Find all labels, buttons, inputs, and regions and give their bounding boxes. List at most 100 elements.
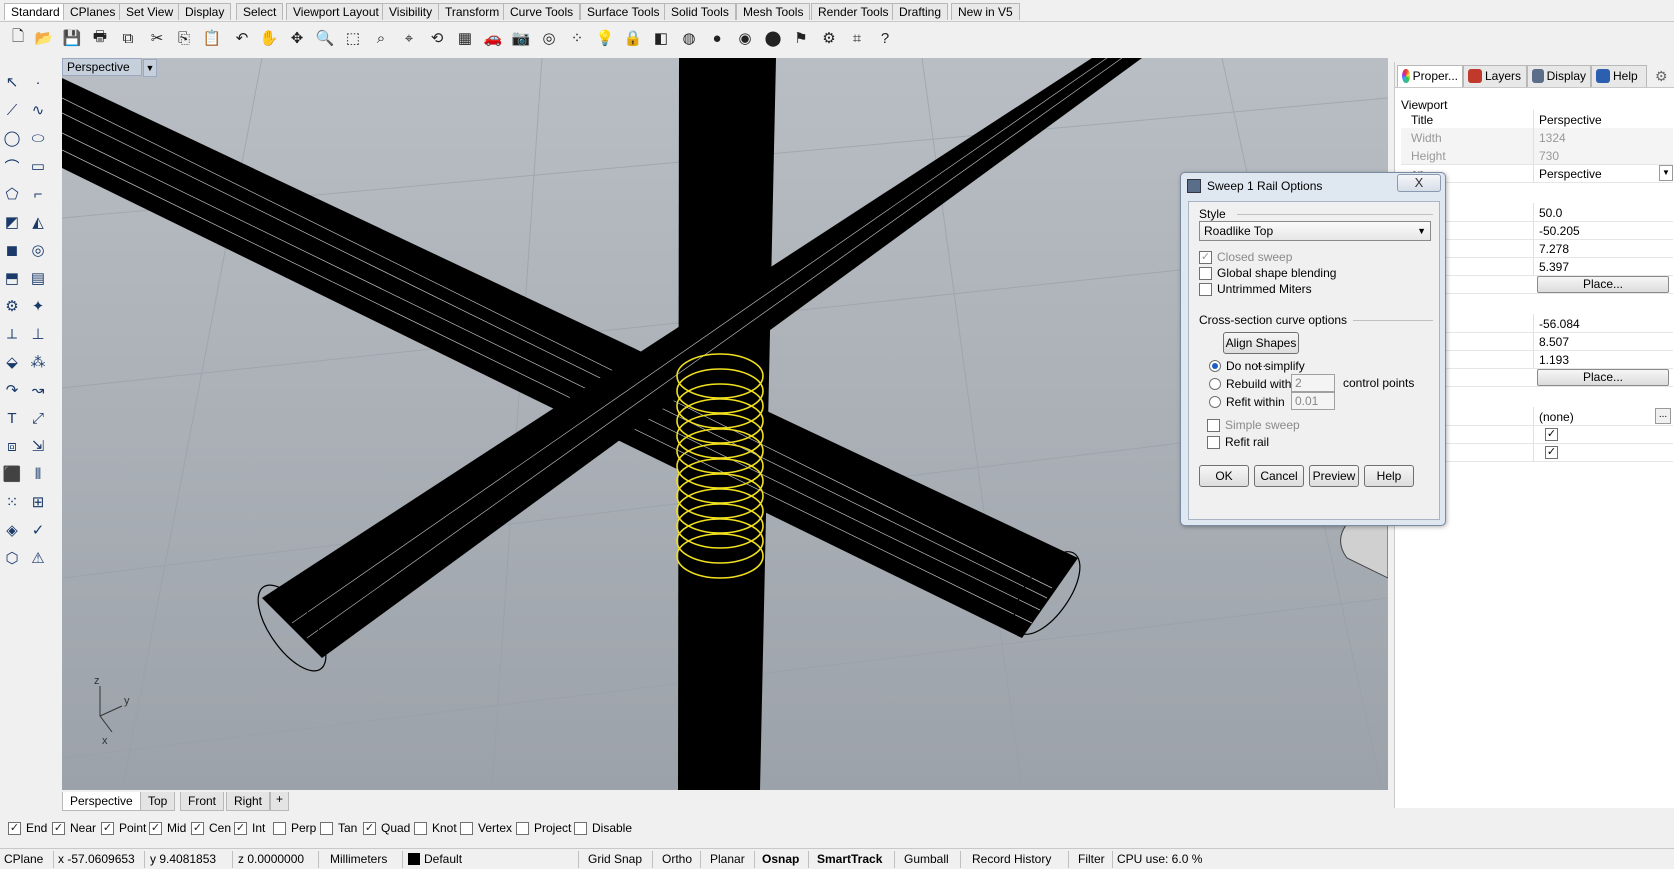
ok-button[interactable]: OK	[1199, 465, 1249, 487]
add-viewport-tab-button[interactable]: +	[270, 792, 290, 811]
style-dropdown[interactable]: Roadlike Top ▼	[1199, 221, 1431, 241]
points-on-icon[interactable]: ⁂	[26, 350, 50, 374]
do-not-simplify-radio[interactable]	[1209, 360, 1221, 372]
osnap-int-checkbox[interactable]: ✓	[234, 821, 247, 835]
curve-icon[interactable]: ∿	[26, 98, 50, 122]
refit-rail-checkbox[interactable]	[1207, 435, 1220, 449]
status-ortho[interactable]: Ortho	[662, 852, 692, 866]
refit-within-radio[interactable]	[1209, 396, 1221, 408]
osnap-point[interactable]: ✓ Point	[101, 821, 146, 835]
light-bulb-icon[interactable]: 💡	[593, 26, 617, 50]
explode-icon[interactable]: ✦	[26, 294, 50, 318]
box-icon[interactable]: ◼	[0, 238, 24, 262]
zoom-window-icon[interactable]: ⬚	[341, 26, 365, 50]
prop-value[interactable]: Perspective	[1539, 167, 1602, 181]
analyze-icon[interactable]: ⊞	[26, 490, 50, 514]
untrimmed-miters-option[interactable]: Untrimmed Miters	[1199, 282, 1312, 296]
panel-tab-properties[interactable]: Proper...	[1397, 65, 1463, 87]
flag-icon[interactable]: ⚑	[789, 26, 813, 50]
tab-curve-tools[interactable]: Curve Tools	[503, 3, 581, 20]
osnap-end-checkbox[interactable]: ✓	[8, 821, 21, 835]
render-tool-icon[interactable]: ◈	[0, 518, 24, 542]
refit-rail-option[interactable]: Refit rail	[1207, 435, 1269, 449]
target-icon[interactable]: ◎	[537, 26, 561, 50]
trim-icon[interactable]: ⊥	[26, 322, 50, 346]
camera-icon[interactable]: 📷	[509, 26, 533, 50]
tab-display[interactable]: Display	[178, 3, 232, 20]
osnap-near[interactable]: ✓ Near	[52, 821, 96, 835]
tab-transform[interactable]: Transform	[438, 3, 507, 20]
zoom-icon[interactable]: 🔍	[313, 26, 337, 50]
polyline-icon[interactable]: ⟋	[0, 98, 24, 122]
polygon-icon[interactable]: ⬠	[0, 182, 24, 206]
rectangle-icon[interactable]: ▭	[26, 154, 50, 178]
prop-value[interactable]: 1.193	[1539, 353, 1569, 367]
panel-tab-layers[interactable]: Layers	[1463, 65, 1527, 87]
status-record-history[interactable]: Record History	[972, 852, 1051, 866]
tab-new-in-v5[interactable]: New in V5	[951, 3, 1020, 20]
color-wheel-icon[interactable]: ◍	[677, 26, 701, 50]
rebuild-points-field[interactable]: 2	[1291, 374, 1335, 392]
scale-icon[interactable]: ⇲	[26, 434, 50, 458]
copy-icon[interactable]: ⎘	[172, 26, 196, 50]
undo-icon[interactable]: ↶	[230, 26, 254, 50]
tab-surface-tools[interactable]: Surface Tools	[580, 3, 667, 20]
print-icon[interactable]: 🖶	[88, 26, 112, 50]
panel-settings-gear-icon[interactable]: ⚙	[1655, 68, 1668, 85]
align-shapes-button[interactable]: Align Shapes ...	[1223, 332, 1299, 370]
cancel-button[interactable]: Cancel	[1254, 465, 1304, 487]
camera-place-button[interactable]: Place...	[1537, 276, 1669, 293]
vp-tab-front[interactable]: Front	[180, 792, 225, 811]
tab-select[interactable]: Select	[236, 3, 284, 20]
shaded-sphere-icon[interactable]: ●	[705, 26, 729, 50]
circle-icon[interactable]: ◯	[0, 126, 24, 150]
four-view-icon[interactable]: ▦	[453, 26, 477, 50]
zoom-selected-icon[interactable]: ⌖	[397, 26, 421, 50]
boolean-icon[interactable]: ◎	[26, 238, 50, 262]
wallpaper-show-checkbox[interactable]: ✓	[1545, 428, 1558, 441]
osnap-near-checkbox[interactable]: ✓	[52, 821, 65, 835]
untrimmed-miters-checkbox[interactable]	[1199, 282, 1212, 296]
status-filter[interactable]: Filter	[1078, 852, 1105, 866]
osnap-end[interactable]: ✓ End	[8, 821, 47, 835]
preview-button[interactable]: Preview	[1309, 465, 1359, 487]
points-icon[interactable]: ⁘	[565, 26, 589, 50]
status-planar[interactable]: Planar	[710, 852, 745, 866]
prop-value[interactable]: -50.205	[1539, 224, 1580, 238]
osnap-vertex[interactable]: Vertex	[460, 821, 512, 835]
vp-tab-perspective[interactable]: Perspective	[62, 792, 141, 811]
paste-icon[interactable]: 📋	[200, 26, 224, 50]
layer-icon[interactable]: ◧	[649, 26, 673, 50]
prop-value[interactable]: 8.507	[1539, 335, 1569, 349]
do-not-simplify-option[interactable]: Do not simplify	[1209, 359, 1305, 373]
solid-box-icon[interactable]: ⬛	[0, 462, 24, 486]
target-place-button[interactable]: Place...	[1537, 369, 1669, 386]
rebuild-with-radio[interactable]	[1209, 378, 1221, 390]
tab-render-tools[interactable]: Render Tools	[811, 3, 896, 20]
car-icon[interactable]: 🚗	[481, 26, 505, 50]
status-layer[interactable]: Default	[408, 852, 462, 866]
vp-tab-right[interactable]: Right	[226, 792, 271, 811]
help-icon[interactable]: ?	[873, 26, 897, 50]
tab-solid-tools[interactable]: Solid Tools	[664, 3, 736, 20]
osnap-cen-checkbox[interactable]: ✓	[191, 821, 204, 835]
wallpaper-gray-checkbox[interactable]: ✓	[1545, 446, 1558, 459]
osnap-int[interactable]: ✓ Int	[234, 821, 265, 835]
fillet-icon[interactable]: ⌐	[26, 182, 50, 206]
check-icon[interactable]: ✓	[26, 518, 50, 542]
split-icon[interactable]: ⟂	[0, 322, 24, 346]
osnap-knot-checkbox[interactable]	[414, 821, 427, 835]
osnap-disable-checkbox[interactable]	[574, 821, 587, 835]
edit-curve-icon[interactable]: ↝	[26, 378, 50, 402]
tab-standard[interactable]: Standard	[4, 3, 67, 20]
osnap-project[interactable]: Project	[516, 821, 571, 835]
osnap-project-checkbox[interactable]	[516, 821, 529, 835]
tab-set-view[interactable]: Set View	[119, 3, 181, 20]
options-gear-icon[interactable]: ⚙	[817, 26, 841, 50]
status-grid-snap[interactable]: Grid Snap	[588, 852, 642, 866]
global-shape-blending-checkbox[interactable]	[1199, 266, 1212, 280]
osnap-quad-checkbox[interactable]: ✓	[363, 821, 376, 835]
osnap-tan-checkbox[interactable]	[320, 821, 333, 835]
zoom-extents-icon[interactable]: ⌕	[369, 26, 393, 50]
tab-mesh-tools[interactable]: Mesh Tools	[736, 3, 811, 20]
